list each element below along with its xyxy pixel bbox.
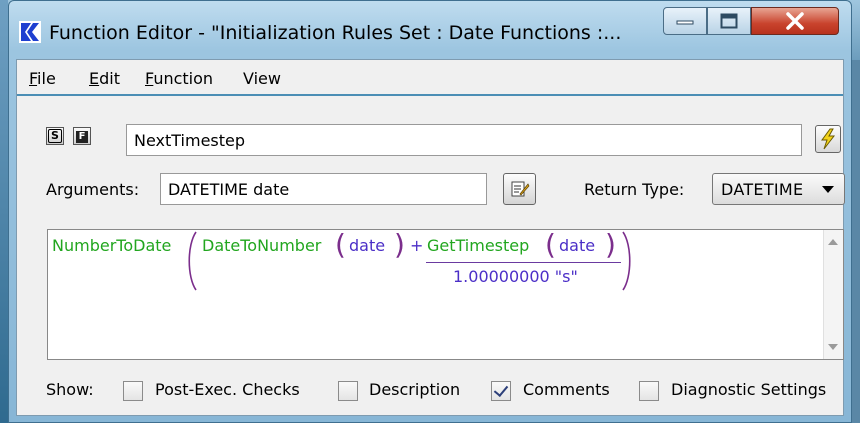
menu-edit-rest: dit [99, 69, 120, 88]
lightning-bolt-icon [821, 128, 836, 150]
expr-right-big-paren [622, 231, 631, 291]
title-bar[interactable]: Function Editor - "Initialization Rules … [9, 1, 851, 59]
editor-content: File Edit Function View S F NextTimestep… [16, 59, 845, 416]
show-options-row: Show: Post-Exec. Checks Description Comm… [17, 378, 843, 406]
expr-arg-date-2[interactable]: date [559, 236, 595, 255]
edit-note-icon [511, 181, 529, 197]
expr-paren-open-2: ( [545, 228, 556, 261]
expr-paren-close-2: ) [605, 228, 616, 261]
checkbox-comments[interactable] [491, 381, 511, 401]
arguments-input[interactable]: DATETIME date [160, 173, 487, 205]
menu-edit[interactable]: Edit [89, 69, 120, 88]
label-description: Description [369, 380, 461, 399]
return-type-label: Return Type: [584, 180, 685, 199]
checkbox-diagnostic-settings[interactable] [639, 381, 659, 401]
maximize-icon [720, 13, 738, 29]
expr-plus-operator[interactable]: + [410, 236, 423, 255]
expr-outer-function[interactable]: NumberToDate [52, 236, 171, 255]
scroll-down-arrow-icon[interactable] [828, 344, 838, 350]
dropdown-arrow-icon [822, 186, 834, 193]
menu-file-rest: ile [37, 69, 56, 88]
riverware-app-icon [19, 21, 41, 43]
f-button-label: F [76, 131, 88, 143]
execute-button[interactable] [815, 125, 841, 153]
menu-view[interactable]: View [243, 69, 281, 88]
expr-paren-open-1: ( [335, 228, 346, 261]
menu-function-rest: unction [153, 69, 214, 88]
editor-vertical-scrollbar[interactable] [823, 230, 843, 359]
label-diagnostic-settings: Diagnostic Settings [671, 380, 827, 399]
minimize-button[interactable] [663, 7, 707, 35]
menu-file[interactable]: File [29, 69, 56, 88]
menu-edit-mnemonic: E [89, 69, 100, 88]
expression-editor[interactable]: NumberToDate DateToNumber ( date ) + Get… [47, 228, 844, 360]
return-type-value: DATETIME [721, 179, 804, 199]
expr-left-big-paren [188, 231, 197, 291]
menu-file-mnemonic: F [29, 69, 38, 88]
label-comments: Comments [523, 380, 610, 399]
checkbox-description[interactable] [338, 381, 358, 401]
function-editor-window: Function Editor - "Initialization Rules … [8, 0, 852, 423]
menu-function[interactable]: Function [145, 69, 213, 88]
desktop-edge [0, 0, 8, 423]
menu-bar: File Edit Function View [17, 60, 843, 96]
close-button[interactable] [751, 7, 839, 35]
expr-fraction-line [426, 262, 621, 263]
expr-denominator[interactable]: 1.00000000 "s" [453, 267, 578, 286]
menu-view-label: View [243, 69, 281, 88]
show-label: Show: [46, 380, 94, 399]
expr-paren-close-1: ) [394, 228, 405, 261]
edit-arguments-button[interactable] [503, 173, 536, 205]
expr-inner-function[interactable]: DateToNumber [202, 236, 321, 255]
minimize-icon [676, 20, 694, 25]
close-icon [786, 12, 804, 30]
checkbox-post-exec-checks[interactable] [123, 381, 143, 401]
function-name-input[interactable]: NextTimestep [126, 124, 802, 156]
window-title: Function Editor - "Initialization Rules … [49, 22, 622, 44]
s-button-label: S [48, 129, 62, 143]
expr-timestep-function[interactable]: GetTimestep [427, 236, 529, 255]
maximize-button[interactable] [707, 7, 751, 35]
expr-arg-date-1[interactable]: date [349, 236, 385, 255]
arguments-label: Arguments: [46, 180, 140, 199]
s-toggle-button[interactable]: S [46, 127, 64, 145]
f-toggle-button[interactable]: F [73, 127, 91, 145]
scroll-up-arrow-icon[interactable] [828, 239, 838, 245]
return-type-select[interactable]: DATETIME [712, 173, 845, 205]
label-post-exec-checks: Post-Exec. Checks [155, 380, 300, 399]
